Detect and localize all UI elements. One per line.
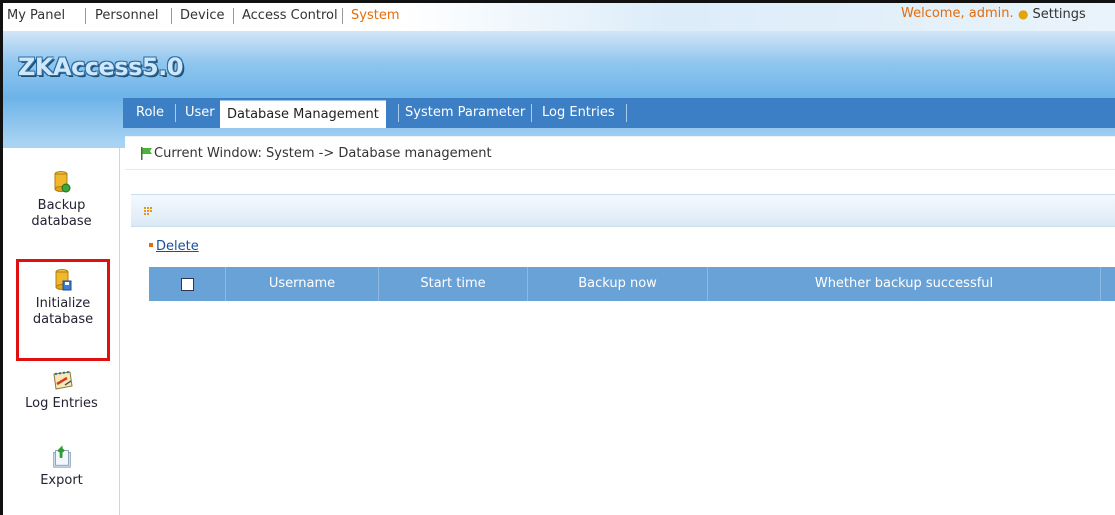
tab-database-management[interactable]: Database Management [220,100,386,128]
backup-table-header: Username Start time Backup now Whether b… [149,267,1115,301]
sidebar-item-label: Export [40,473,83,488]
tab-separator [531,104,532,122]
column-whether-backup-successful[interactable]: Whether backup successful [708,267,1101,301]
nav-device[interactable]: Device [180,8,224,23]
welcome-text: Welcome, admin. [901,6,1014,21]
sidebar-item-initialize-database[interactable]: Initialize database [16,259,110,361]
sidebar-item-label: Backup database [31,198,92,229]
settings-link[interactable]: ● Settings [1018,7,1086,22]
sidebar-item-log-entries[interactable]: Log Entries [3,368,120,412]
settings-label: Settings [1032,7,1086,22]
tab-user[interactable]: User [178,98,222,128]
settings-icon: ● [1018,7,1029,21]
panel-header [131,194,1115,227]
tab-separator [626,104,627,122]
app-logo: ZKAccess5.0 [18,53,183,81]
nav-access-control[interactable]: Access Control [242,8,338,23]
nav-personnel[interactable]: Personnel [95,8,159,23]
tab-system-parameter[interactable]: System Parameter [398,98,532,128]
app-window: My Panel Personnel Device Access Control… [0,0,1115,515]
sidebar-item-backup-database[interactable]: Backup database [3,170,120,230]
left-sidebar: Backup database Initialize database Log … [3,148,120,515]
log-entries-icon [52,371,73,390]
column-backup-now[interactable]: Backup now [528,267,708,301]
nav-system[interactable]: System [351,8,399,23]
bullet-icon [149,242,153,247]
delete-label: Delete [156,239,199,254]
initialize-database-icon [55,269,72,291]
backup-database-icon [54,171,70,193]
tab-log-entries[interactable]: Log Entries [535,98,622,128]
nav-separator [233,8,234,24]
flag-icon [141,147,152,160]
tab-role[interactable]: Role [129,98,171,128]
sidebar-item-export[interactable]: Export [3,445,120,489]
nav-separator [342,8,343,24]
grip-icon [144,207,152,215]
breadcrumb: Current Window: System -> Database manag… [125,136,1115,170]
nav-separator [85,8,86,24]
column-username[interactable]: Username [226,267,379,301]
tab-separator [175,104,176,122]
select-all-checkbox[interactable] [181,278,194,291]
tab-bar: Role User Database Management System Par… [123,98,1115,128]
sidebar-item-label: Initialize database [32,296,94,327]
export-icon [52,445,71,468]
delete-button[interactable]: Delete [149,239,199,254]
breadcrumb-text: Current Window: System -> Database manag… [154,146,492,161]
column-start-time[interactable]: Start time [379,267,528,301]
top-navigation: My Panel Personnel Device Access Control… [3,3,1115,31]
nav-my-panel[interactable]: My Panel [7,8,65,23]
sidebar-item-label: Log Entries [25,396,98,411]
nav-separator [171,8,172,24]
header: My Panel Personnel Device Access Control… [3,3,1115,148]
select-all-column [149,267,226,301]
